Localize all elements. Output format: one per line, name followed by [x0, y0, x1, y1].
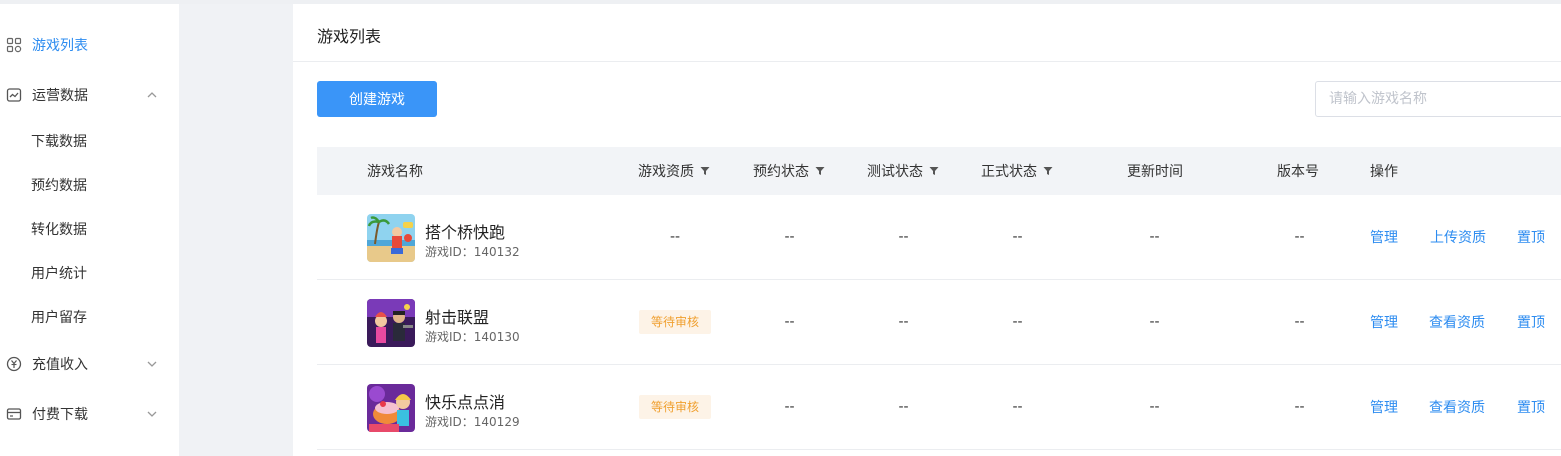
- sidebar-item-paid-downloads[interactable]: 付费下载: [0, 394, 179, 434]
- updated-time-cell: --: [1149, 314, 1160, 330]
- qualification-cell: 等待审核: [629, 280, 721, 364]
- chart-box-icon: [6, 88, 22, 102]
- pin-top-link[interactable]: 置顶: [1517, 195, 1545, 279]
- page-title: 游戏列表: [317, 27, 382, 46]
- filter-icon[interactable]: [700, 166, 710, 176]
- status-badge: 等待审核: [638, 395, 711, 419]
- sidebar-item-label: 付费下载: [32, 407, 88, 423]
- sidebar-item-label: 运营数据: [32, 88, 88, 104]
- sidebar-subitem-label: 转化数据: [31, 222, 87, 238]
- chevron-down-icon: [147, 411, 157, 417]
- column-header-qualification: 游戏资质: [638, 147, 710, 195]
- updated-time-cell: --: [1149, 229, 1160, 245]
- pin-top-link[interactable]: 置顶: [1517, 280, 1545, 364]
- upload-qualification-link[interactable]: 上传资质: [1430, 195, 1486, 279]
- column-header-label: 更新时间: [1127, 164, 1183, 180]
- filter-icon[interactable]: [1043, 166, 1053, 176]
- table-row: 快乐点点消 游戏ID：140129 等待审核 -- -- -- -- -- 管理…: [317, 365, 1561, 450]
- manage-link[interactable]: 管理: [1370, 195, 1398, 279]
- sidebar-subitem-reservations[interactable]: 预约数据: [0, 167, 179, 203]
- view-qualification-link[interactable]: 查看资质: [1429, 365, 1485, 449]
- view-qualification-link[interactable]: 查看资质: [1429, 280, 1485, 364]
- sidebar-item-game-list[interactable]: 游戏列表: [0, 25, 179, 65]
- sidebar-item-label: 游戏列表: [32, 38, 88, 54]
- manage-link[interactable]: 管理: [1370, 280, 1398, 364]
- sidebar-item-operations-data[interactable]: 运营数据: [0, 75, 179, 115]
- sidebar: 游戏列表 运营数据 下载数据 预约数据 转化数据 用户统计 用户留存 充值收入: [0, 4, 179, 456]
- column-header-updated: 更新时间: [1127, 147, 1183, 195]
- sidebar-subitem-user-stats[interactable]: 用户统计: [0, 255, 179, 291]
- column-header-label: 版本号: [1277, 164, 1319, 180]
- column-header-label: 预约状态: [753, 164, 809, 180]
- filter-icon[interactable]: [815, 166, 825, 176]
- column-header-test: 测试状态: [867, 147, 939, 195]
- table-row: 搭个桥快跑 游戏ID：140132 -- -- -- -- -- -- 管理 上…: [317, 195, 1561, 280]
- column-header-label: 正式状态: [981, 164, 1037, 180]
- manage-link[interactable]: 管理: [1370, 365, 1398, 449]
- create-game-button[interactable]: 创建游戏: [317, 81, 437, 117]
- sidebar-subitem-downloads[interactable]: 下载数据: [0, 123, 179, 159]
- release-status-cell: --: [1012, 399, 1023, 415]
- column-header-label: 游戏资质: [638, 164, 694, 180]
- qualification-cell: 等待审核: [629, 365, 721, 449]
- sidebar-subitem-retention[interactable]: 用户留存: [0, 299, 179, 335]
- reserve-status-cell: --: [784, 399, 795, 415]
- version-cell: --: [1294, 229, 1305, 245]
- grid-icon: [6, 37, 22, 53]
- test-status-cell: --: [898, 399, 909, 415]
- version-cell: --: [1294, 314, 1305, 330]
- column-header-actions: 操作: [1370, 147, 1398, 195]
- test-status-cell: --: [898, 229, 909, 245]
- version-cell: --: [1294, 399, 1305, 415]
- game-id: 游戏ID：140129: [425, 415, 520, 429]
- column-header-release: 正式状态: [981, 147, 1053, 195]
- sidebar-subitem-label: 用户留存: [31, 310, 87, 326]
- column-header-name: 游戏名称: [367, 147, 423, 195]
- sidebar-item-recharge-income[interactable]: 充值收入: [0, 344, 179, 384]
- updated-time-cell: --: [1149, 399, 1160, 415]
- pin-top-link[interactable]: 置顶: [1517, 365, 1545, 449]
- column-header-version: 版本号: [1277, 147, 1319, 195]
- table-row: 射击联盟 游戏ID：140130 等待审核 -- -- -- -- -- 管理 …: [317, 280, 1561, 365]
- game-icon: [367, 214, 415, 262]
- chevron-down-icon: [147, 361, 157, 367]
- sidebar-subitem-label: 预约数据: [31, 178, 87, 194]
- chevron-up-icon: [147, 92, 157, 98]
- release-status-cell: --: [1012, 314, 1023, 330]
- game-name: 快乐点点消: [425, 393, 506, 412]
- game-id: 游戏ID：140132: [425, 245, 520, 259]
- filter-icon[interactable]: [929, 166, 939, 176]
- reserve-status-cell: --: [784, 229, 795, 245]
- game-id: 游戏ID：140130: [425, 330, 520, 344]
- qualification-cell: --: [669, 229, 681, 245]
- reserve-status-cell: --: [784, 314, 795, 330]
- search-input[interactable]: [1315, 81, 1561, 117]
- sidebar-item-label: 充值收入: [32, 357, 88, 373]
- column-header-label: 游戏名称: [367, 164, 423, 180]
- release-status-cell: --: [1012, 229, 1023, 245]
- game-icon: [367, 384, 415, 432]
- sidebar-subitem-label: 下载数据: [31, 134, 87, 150]
- column-header-label: 操作: [1370, 164, 1398, 180]
- table-header: 游戏名称 游戏资质 预约状态 测试状态 正式状态 更新时间 版本号 操作: [317, 147, 1561, 195]
- game-list-panel: 游戏列表 创建游戏 游戏名称 游戏资质 预约状态 测试状态 正式状态 更新时间 …: [293, 4, 1561, 456]
- column-header-reserve: 预约状态: [753, 147, 825, 195]
- divider: [293, 61, 1561, 62]
- column-header-label: 测试状态: [867, 164, 923, 180]
- sidebar-subitem-conversions[interactable]: 转化数据: [0, 211, 179, 247]
- yen-circle-icon: [6, 356, 22, 372]
- game-icon: [367, 299, 415, 347]
- game-name: 射击联盟: [425, 308, 490, 327]
- status-badge: 等待审核: [638, 310, 711, 334]
- card-icon: [6, 408, 22, 420]
- test-status-cell: --: [898, 314, 909, 330]
- sidebar-subitem-label: 用户统计: [31, 266, 87, 282]
- game-name: 搭个桥快跑: [425, 223, 506, 242]
